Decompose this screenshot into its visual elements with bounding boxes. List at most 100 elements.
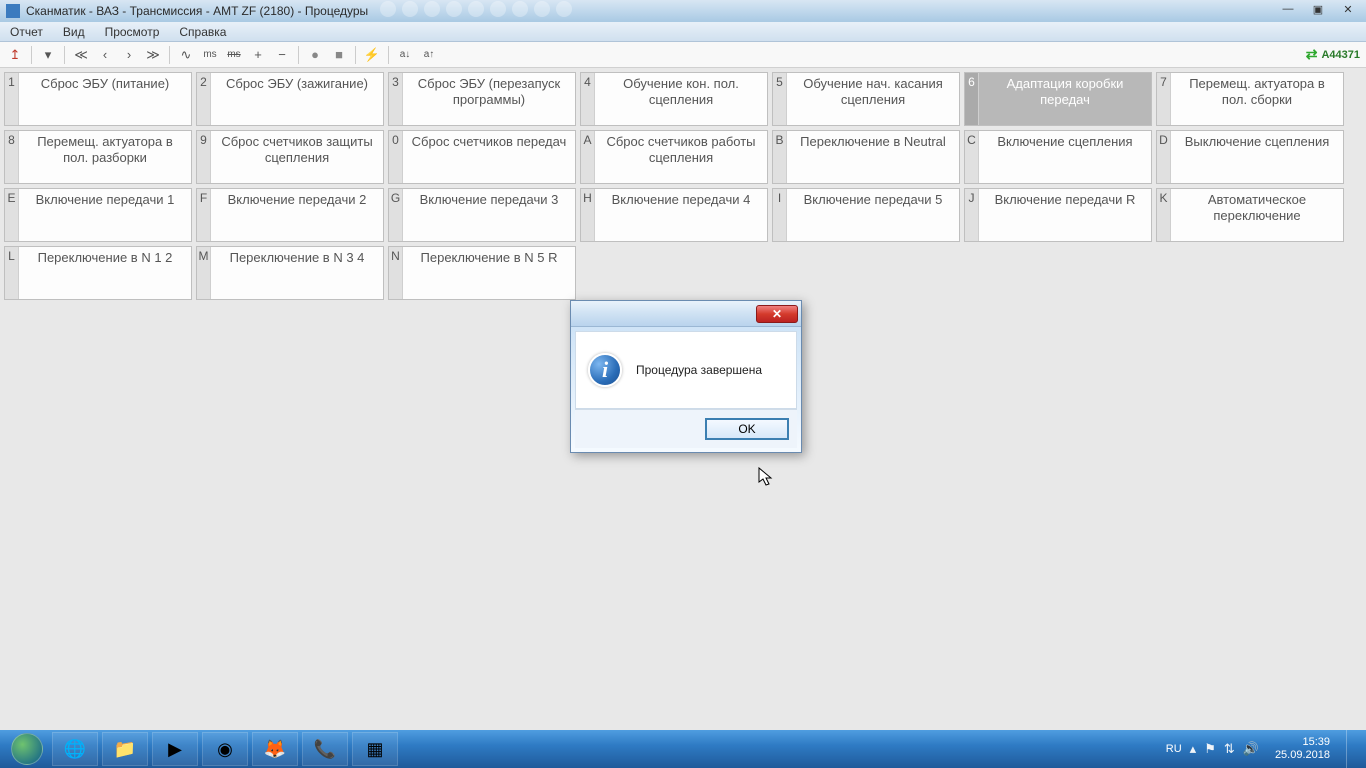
toolbar-separator: [31, 46, 32, 64]
procedure-cell[interactable]: NПереключение в N 5 R: [388, 246, 576, 300]
minus-icon[interactable]: −: [271, 44, 293, 66]
plus-icon[interactable]: +: [247, 44, 269, 66]
procedure-key: 6: [965, 73, 979, 125]
procedure-key: G: [389, 189, 403, 241]
procedure-cell[interactable]: BПереключение в Neutral: [772, 130, 960, 184]
ok-button[interactable]: OK: [705, 418, 789, 440]
procedure-cell[interactable]: JВключение передачи R: [964, 188, 1152, 242]
procedure-key: H: [581, 189, 595, 241]
procedure-cell[interactable]: IВключение передачи 5: [772, 188, 960, 242]
procedure-cell[interactable]: 7Перемещ. актуатора в пол. сборки: [1156, 72, 1344, 126]
procedure-key: D: [1157, 131, 1171, 183]
procedure-cell[interactable]: EВключение передачи 1: [4, 188, 192, 242]
procedure-label: Сброс ЭБУ (зажигание): [211, 73, 383, 125]
close-icon: ✕: [772, 307, 782, 321]
close-button[interactable]: ✕: [1334, 0, 1362, 18]
procedure-cell[interactable]: 6Адаптация коробки передач: [964, 72, 1152, 126]
ms-icon[interactable]: ms: [199, 44, 221, 66]
procedure-label: Переключение в N 3 4: [211, 247, 383, 299]
sort-desc-icon[interactable]: a↑: [418, 44, 440, 66]
task-explorer[interactable]: 📁: [102, 732, 148, 766]
procedure-cell[interactable]: 3Сброс ЭБУ (перезапуск программы): [388, 72, 576, 126]
procedure-label: Включение передачи 3: [403, 189, 575, 241]
task-app[interactable]: ▦: [352, 732, 398, 766]
language-indicator[interactable]: RU: [1166, 743, 1182, 755]
menu-view[interactable]: Вид: [53, 22, 95, 41]
procedure-cell[interactable]: 9Сброс счетчиков защиты сцепления: [196, 130, 384, 184]
procedure-label: Сброс ЭБУ (питание): [19, 73, 191, 125]
minimize-button[interactable]: —: [1274, 0, 1302, 18]
task-viber[interactable]: 📞: [302, 732, 348, 766]
info-icon: i: [588, 353, 622, 387]
procedure-cell[interactable]: 4Обучение кон. пол. сцепления: [580, 72, 768, 126]
procedure-cell[interactable]: FВключение передачи 2: [196, 188, 384, 242]
lightning-icon[interactable]: ⚡: [361, 44, 383, 66]
flag-icon[interactable]: ⚑: [1204, 741, 1216, 757]
stop-icon[interactable]: ■: [328, 44, 350, 66]
dialog-close-button[interactable]: ✕: [756, 305, 798, 323]
tray-chevron-icon[interactable]: ▴: [1190, 741, 1197, 757]
procedure-cell[interactable]: DВыключение сцепления: [1156, 130, 1344, 184]
sort-asc-icon[interactable]: a↓: [394, 44, 416, 66]
start-button[interactable]: [4, 732, 50, 766]
procedure-key: M: [197, 247, 211, 299]
prev-icon[interactable]: ‹: [94, 44, 116, 66]
dialog-body: i Процедура завершена OK: [571, 327, 801, 452]
procedure-label: Переключение в N 1 2: [19, 247, 191, 299]
procedure-cell[interactable]: 5Обучение нач. касания сцепления: [772, 72, 960, 126]
task-media[interactable]: ▶: [152, 732, 198, 766]
taskbar-clock[interactable]: 15:39 25.09.2018: [1267, 736, 1338, 762]
forward-icon[interactable]: ≫: [142, 44, 164, 66]
rewind-icon[interactable]: ≪: [70, 44, 92, 66]
procedure-key: 3: [389, 73, 403, 125]
procedure-key: 2: [197, 73, 211, 125]
volume-icon[interactable]: 🔊: [1243, 741, 1259, 757]
menu-preview[interactable]: Просмотр: [95, 22, 170, 41]
procedure-cell[interactable]: 8Перемещ. актуатора в пол. разборки: [4, 130, 192, 184]
procedure-cell[interactable]: MПереключение в N 3 4: [196, 246, 384, 300]
procedure-key: 9: [197, 131, 211, 183]
procedure-cell[interactable]: GВключение передачи 3: [388, 188, 576, 242]
procedure-key: F: [197, 189, 211, 241]
task-chrome[interactable]: ◉: [202, 732, 248, 766]
menu-bar: Отчет Вид Просмотр Справка: [0, 22, 1366, 42]
procedure-cell[interactable]: CВключение сцепления: [964, 130, 1152, 184]
toolbar-separator: [388, 46, 389, 64]
menu-help[interactable]: Справка: [169, 22, 236, 41]
connected-icon: ⇄: [1306, 46, 1318, 63]
save-icon[interactable]: ▾: [37, 44, 59, 66]
dialog-titlebar[interactable]: ✕: [571, 301, 801, 327]
taskbar[interactable]: 🌐 📁 ▶ ◉ 🦊 📞 ▦ RU ▴ ⚑ ⇅ 🔊 15:39 25.09.201…: [0, 730, 1366, 768]
procedure-cell[interactable]: KАвтоматическое переключение: [1156, 188, 1344, 242]
menu-report[interactable]: Отчет: [0, 22, 53, 41]
task-ie[interactable]: 🌐: [52, 732, 98, 766]
titlebar-background-decor: [380, 1, 1246, 19]
procedure-cell[interactable]: 2Сброс ЭБУ (зажигание): [196, 72, 384, 126]
procedure-cell[interactable]: HВключение передачи 4: [580, 188, 768, 242]
procedure-label: Обучение нач. касания сцепления: [787, 73, 959, 125]
procedure-cell[interactable]: 1Сброс ЭБУ (питание): [4, 72, 192, 126]
procedure-cell[interactable]: 0Сброс счетчиков передач: [388, 130, 576, 184]
dialog-content: i Процедура завершена: [575, 331, 797, 409]
wave-icon[interactable]: ∿: [175, 44, 197, 66]
next-icon[interactable]: ›: [118, 44, 140, 66]
procedure-key: J: [965, 189, 979, 241]
procedure-key: K: [1157, 189, 1171, 241]
procedure-label: Включение передачи R: [979, 189, 1151, 241]
maximize-button[interactable]: ▣: [1304, 0, 1332, 18]
back-icon[interactable]: ↥: [4, 44, 26, 66]
procedures-grid: 1Сброс ЭБУ (питание)2Сброс ЭБУ (зажигани…: [4, 72, 1362, 300]
mouse-cursor: [758, 467, 776, 489]
task-firefox[interactable]: 🦊: [252, 732, 298, 766]
show-desktop-button[interactable]: [1346, 730, 1358, 768]
procedure-cell[interactable]: AСброс счетчиков работы сцепления: [580, 130, 768, 184]
procedure-key: 8: [5, 131, 19, 183]
network-icon[interactable]: ⇅: [1224, 741, 1235, 757]
procedures-area: 1Сброс ЭБУ (питание)2Сброс ЭБУ (зажигани…: [0, 68, 1366, 304]
ms-strike-icon[interactable]: ms: [223, 44, 245, 66]
procedure-key: I: [773, 189, 787, 241]
record-icon[interactable]: ●: [304, 44, 326, 66]
dialog-button-row: OK: [575, 409, 797, 448]
system-tray: RU ▴ ⚑ ⇅ 🔊 15:39 25.09.2018: [1166, 730, 1362, 768]
procedure-cell[interactable]: LПереключение в N 1 2: [4, 246, 192, 300]
